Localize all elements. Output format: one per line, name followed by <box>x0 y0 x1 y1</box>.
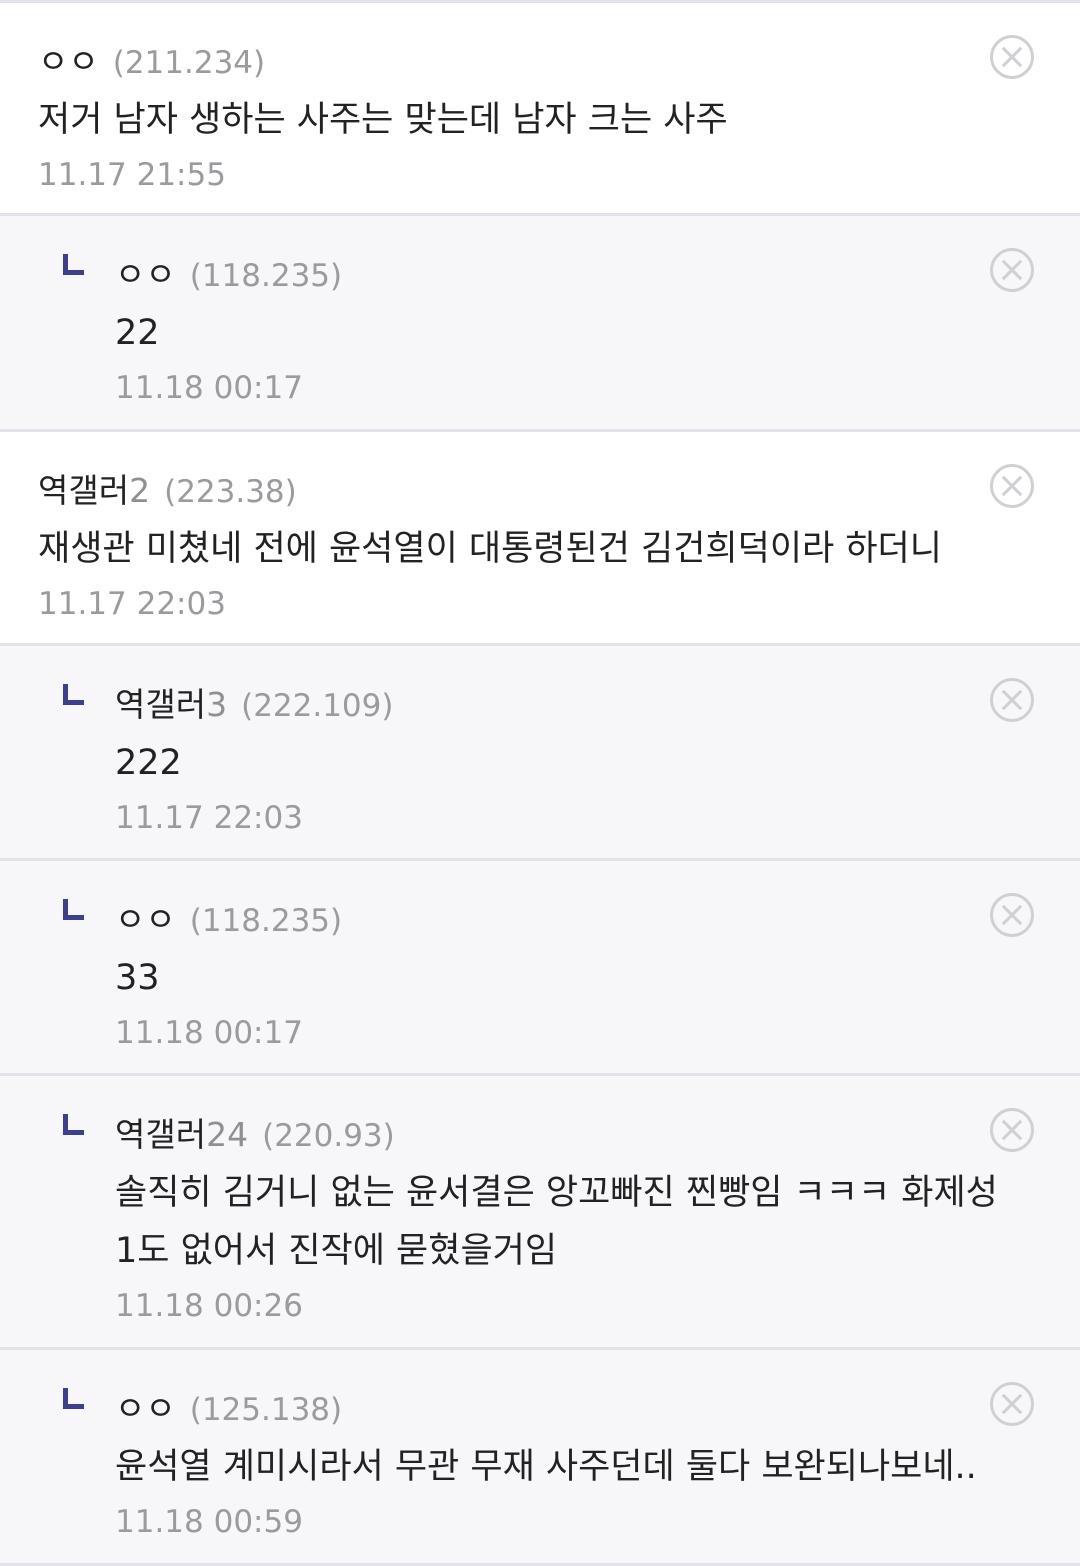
author-ip: (118.235) <box>189 903 343 939</box>
comment-text: 솔직히 김거니 없는 윤서결은 앙꼬빠진 찐빵임 ㅋㅋㅋ 화제성 1도 없어서 … <box>115 1173 998 1271</box>
reply-comment: ㅇㅇ (125.138) 윤석열 계미시라서 무관 무재 사주던데 둘다 보완되… <box>0 1350 1080 1566</box>
reply-comment: 역갤러3 (222.109) 222 11.17 22:03 <box>0 646 1080 861</box>
delete-icon[interactable] <box>990 678 1034 722</box>
comment-date: 11.18 00:17 <box>115 1015 303 1051</box>
delete-icon[interactable] <box>990 1382 1034 1426</box>
comment-text: 22 <box>115 313 160 353</box>
comment-header: 역갤러3 (222.109) <box>115 678 393 726</box>
comment-header: ㅇㅇ (118.235) <box>115 893 342 941</box>
comment-date: 11.17 21:55 <box>38 157 226 193</box>
author-name[interactable]: 역갤러3 <box>115 678 227 726</box>
reply-comment: ㅇㅇ (118.235) 33 11.18 00:17 <box>0 861 1080 1076</box>
author-ip: (211.234) <box>112 45 266 81</box>
comment-list: ㅇㅇ (211.234) 저거 남자 생하는 사주는 맞는데 남자 크는 사주 … <box>0 0 1080 1566</box>
author-ip: (125.138) <box>189 1392 343 1428</box>
author-name[interactable]: 역갤러24 <box>115 1108 248 1156</box>
reply-arrow-icon <box>63 254 84 275</box>
reply-arrow-icon <box>63 899 84 920</box>
comment-date: 11.18 00:26 <box>115 1288 303 1324</box>
author-ip: (220.93) <box>262 1118 395 1154</box>
delete-icon[interactable] <box>990 464 1034 508</box>
author-name[interactable]: 역갤러2 <box>38 464 150 512</box>
delete-icon[interactable] <box>990 35 1034 79</box>
comment-header: ㅇㅇ (125.138) <box>115 1382 342 1430</box>
author-name[interactable]: ㅇㅇ <box>115 248 176 296</box>
comment-text: 33 <box>115 958 160 998</box>
comment-header: ㅇㅇ (211.234) <box>38 35 265 83</box>
author-name[interactable]: ㅇㅇ <box>115 893 176 941</box>
author-ip: (222.109) <box>241 688 394 724</box>
author-ip: (118.235) <box>189 258 343 294</box>
comment-text: 222 <box>115 743 182 783</box>
delete-icon[interactable] <box>990 893 1034 937</box>
comment: ㅇㅇ (211.234) 저거 남자 생하는 사주는 맞는데 남자 크는 사주 … <box>0 3 1080 216</box>
reply-arrow-icon <box>63 1114 84 1135</box>
reply-comment: 역갤러24 (220.93) 솔직히 김거니 없는 윤서결은 앙꼬빠진 찐빵임 … <box>0 1076 1080 1350</box>
comment-date: 11.18 00:59 <box>115 1504 303 1540</box>
comment-header: 역갤러24 (220.93) <box>115 1108 395 1156</box>
comment-header: 역갤러2 (223.38) <box>38 464 297 512</box>
comment: 역갤러2 (223.38) 재생관 미쳤네 전에 윤석열이 대통령된건 김건희덕… <box>0 432 1080 646</box>
comment-header: ㅇㅇ (118.235) <box>115 248 342 296</box>
author-name[interactable]: ㅇㅇ <box>38 35 99 83</box>
reply-arrow-icon <box>63 684 84 705</box>
comment-text: 재생관 미쳤네 전에 윤석열이 대통령된건 김건희덕이라 하더니 <box>38 529 942 569</box>
comment-text: 윤석열 계미시라서 무관 무재 사주던데 둘다 보완되나보네.. <box>115 1447 977 1487</box>
author-name[interactable]: ㅇㅇ <box>115 1382 176 1430</box>
comment-text: 저거 남자 생하는 사주는 맞는데 남자 크는 사주 <box>38 100 728 140</box>
author-ip: (223.38) <box>164 474 297 510</box>
delete-icon[interactable] <box>990 248 1034 292</box>
reply-arrow-icon <box>63 1388 84 1409</box>
comment-date: 11.17 22:03 <box>38 586 226 622</box>
comment-date: 11.17 22:03 <box>115 800 303 836</box>
reply-comment: ㅇㅇ (118.235) 22 11.18 00:17 <box>0 216 1080 432</box>
delete-icon[interactable] <box>990 1108 1034 1152</box>
comment-date: 11.18 00:17 <box>115 370 303 406</box>
